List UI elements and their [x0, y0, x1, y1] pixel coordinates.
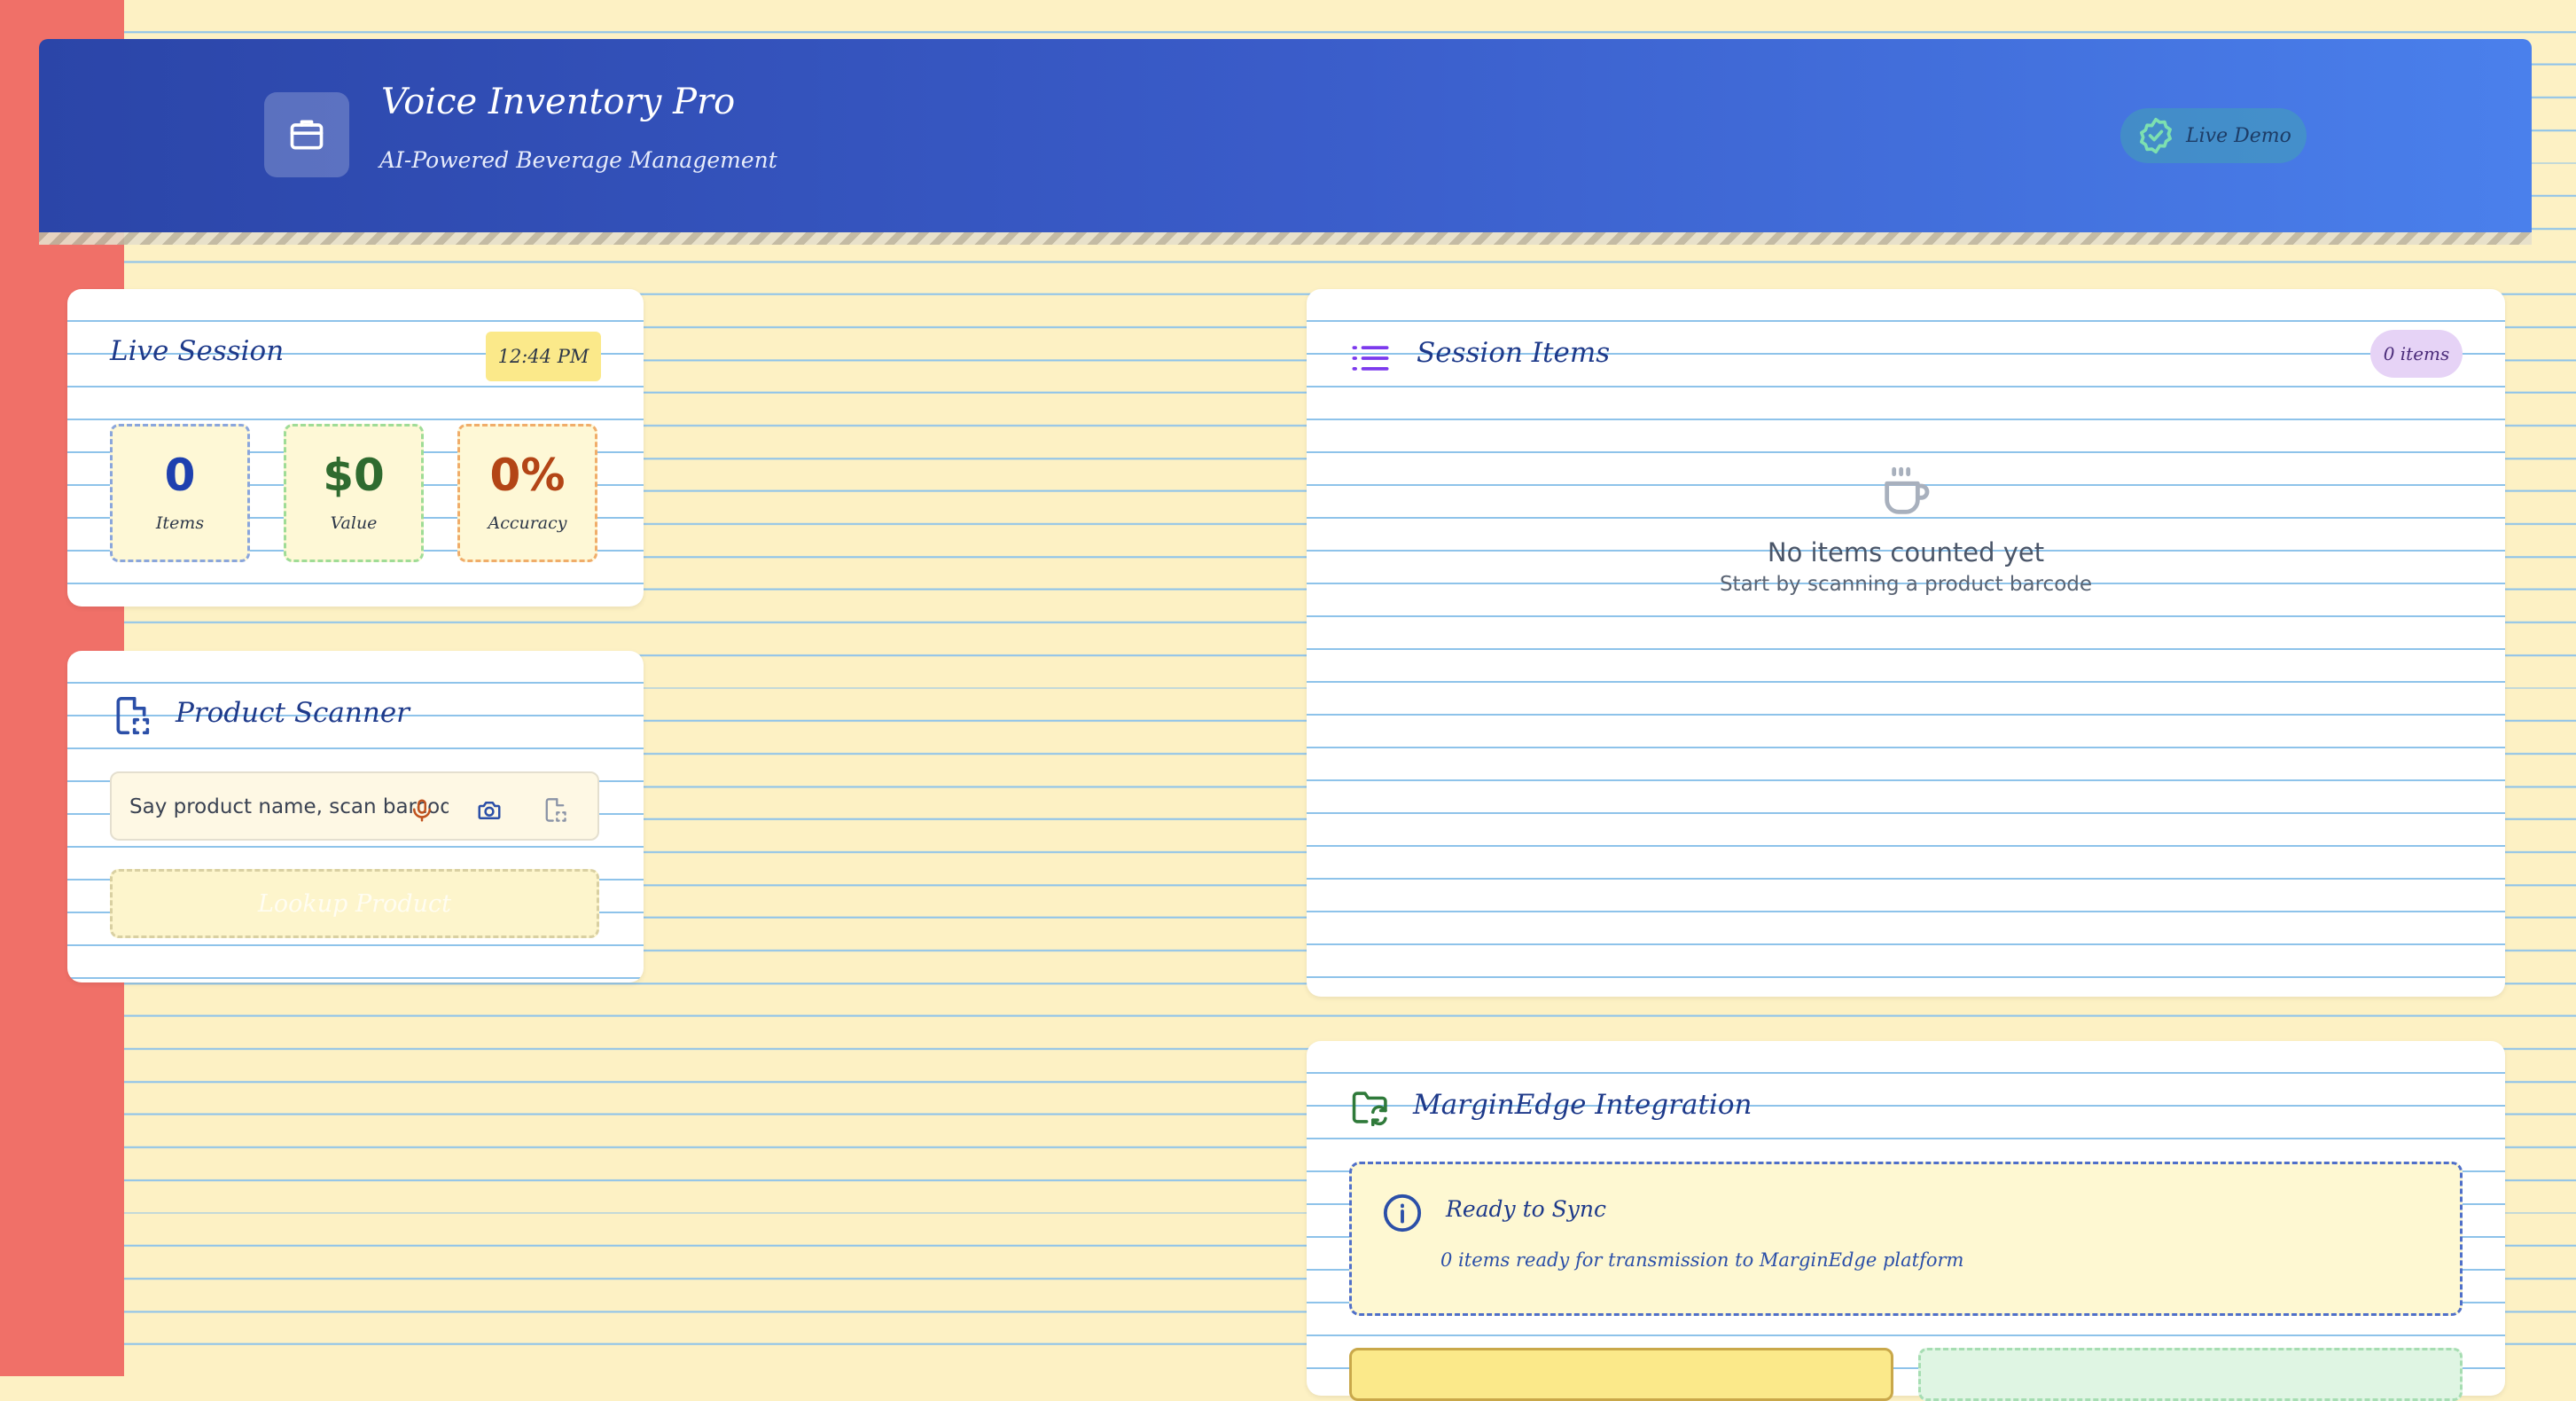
session-items-title: Session Items: [1417, 337, 1611, 369]
header-divider: [39, 232, 2532, 245]
sync-status-description: 0 items ready for transmission to Margin…: [1440, 1249, 1964, 1271]
file-scan-icon: [116, 696, 150, 735]
product-scanner-title: Product Scanner: [176, 697, 410, 729]
sync-status-title: Ready to Sync: [1446, 1196, 1606, 1222]
empty-state-subtitle: Start by scanning a product barcode: [1719, 573, 2093, 596]
file-scan-small-icon: [545, 798, 566, 822]
live-session-title: Live Session: [110, 335, 285, 367]
value-stat: $0 Value: [284, 424, 424, 562]
app-subtitle: AI-Powered Beverage Management: [379, 147, 777, 173]
logo: [264, 92, 349, 177]
items-stat: 0 Items: [110, 424, 250, 562]
items-count: 0: [164, 450, 196, 501]
lookup-product-button[interactable]: Lookup Product: [110, 869, 599, 938]
marginedge-integration-card: MarginEdge Integration Ready to Sync 0 i…: [1307, 1041, 2505, 1401]
session-items-card: Session Items 0 items No items counted y…: [1307, 289, 2505, 997]
accuracy-percent: 0%: [489, 450, 566, 501]
sync-status-box: Ready to Sync 0 items ready for transmis…: [1349, 1162, 2463, 1316]
accuracy-stat: 0% Accuracy: [457, 424, 597, 562]
marginedge-title: MarginEdge Integration: [1413, 1089, 1752, 1121]
empty-state-title: No items counted yet: [1767, 537, 2045, 567]
product-search-input[interactable]: [129, 791, 449, 823]
session-time-badge: 12:44 PM: [486, 332, 601, 381]
product-scanner-card: Product Scanner Lookup Product: [67, 651, 644, 982]
check-badge-icon: [2140, 117, 2172, 154]
accuracy-label: Accuracy: [488, 513, 567, 533]
camera-icon: [478, 802, 501, 819]
live-session-card: Live Session 12:44 PM 0 Items $0 Value 0…: [67, 289, 644, 607]
live-demo-badge: Live Demo: [2120, 108, 2307, 163]
app-header: Voice Inventory Pro AI-Powered Beverage …: [39, 39, 2532, 232]
secondary-action-button[interactable]: [1918, 1348, 2463, 1401]
product-search-box: [110, 771, 599, 841]
barcode-scan-button[interactable]: [537, 793, 573, 828]
app-title: Voice Inventory Pro: [381, 82, 736, 122]
package-icon: [290, 120, 324, 150]
voice-input-button[interactable]: [404, 793, 440, 828]
value-amount: $0: [323, 450, 385, 501]
value-label: Value: [330, 513, 378, 533]
session-items-count: 0 items: [2370, 330, 2463, 378]
live-demo-label: Live Demo: [2186, 124, 2291, 147]
folder-sync-icon: [1352, 1092, 1387, 1126]
camera-scan-button[interactable]: [472, 793, 507, 828]
info-icon: [1383, 1194, 1422, 1233]
list-icon: [1352, 346, 1389, 371]
items-label: Items: [155, 513, 205, 533]
microphone-icon: [413, 799, 431, 822]
sync-action-button[interactable]: [1349, 1348, 1893, 1401]
coffee-cup-icon: [1885, 466, 1930, 514]
